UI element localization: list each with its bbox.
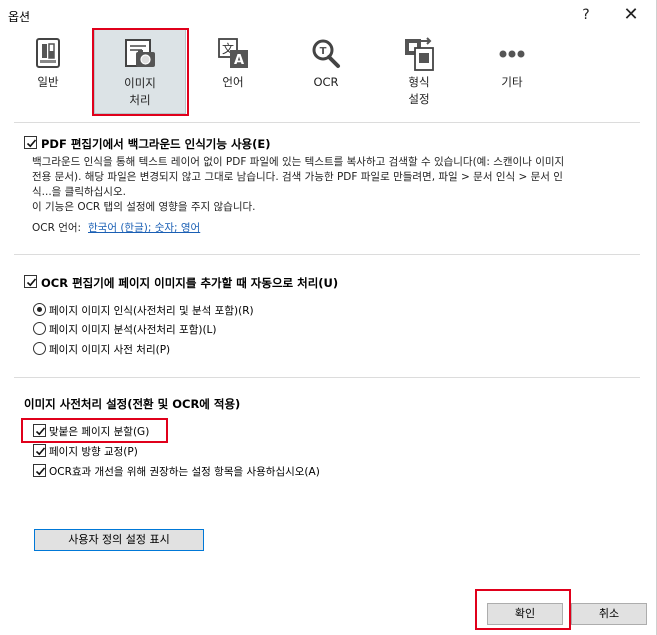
title-bar: 옵션 ? ✕	[0, 0, 657, 32]
desc-line-1: 백그라운드 인식을 통해 텍스트 레이어 없이 PDF 파일에 있는 텍스트를 …	[32, 156, 565, 168]
language-icon: 文 A	[187, 36, 279, 72]
radio-recognize-label[interactable]: 페이지 이미지 인식(사전처리 및 분석 포함)(R)	[49, 303, 254, 318]
tab-image-processing[interactable]: 이미지 처리	[94, 29, 186, 114]
category-toolbar: 일반 이미지 처리 文 A 언어 T OCR 형식 설정 기타	[0, 29, 657, 114]
radio-preprocess[interactable]	[33, 342, 46, 355]
tab-image-processing-label-line2: 처리	[129, 93, 151, 107]
radio-selected-dot	[37, 307, 42, 312]
tab-format-settings-label-line1: 형식	[408, 75, 430, 89]
close-button[interactable]: ✕	[616, 4, 646, 28]
divider	[14, 254, 640, 255]
svg-text:A: A	[234, 53, 244, 68]
split-facing-pages-label[interactable]: 맞붙은 페이지 분할(G)	[49, 424, 149, 439]
tab-image-processing-label: 이미지 처리	[95, 75, 185, 109]
recommended-settings-checkbox[interactable]	[33, 464, 46, 477]
desc-line-4: 이 기능은 OCR 탭의 설정에 영향을 주지 않습니다.	[32, 201, 256, 213]
svg-text:T: T	[320, 46, 327, 57]
desc-line-2: 전용 문서). 해당 파일은 변경되지 않고 그대로 남습니다. 검색 가능한 …	[32, 171, 563, 183]
divider	[14, 377, 640, 378]
radio-analyze-label[interactable]: 페이지 이미지 분석(사전처리 포함)(L)	[49, 322, 217, 337]
tab-general-label: 일반	[37, 75, 59, 89]
tab-language-label: 언어	[222, 75, 244, 89]
cancel-button[interactable]: 취소	[571, 603, 647, 625]
radio-recognize[interactable]	[33, 303, 46, 316]
background-recognition-label[interactable]: PDF 편집기에서 백그라운드 인식기능 사용(E)	[41, 136, 271, 152]
tab-other-label: 기타	[501, 75, 523, 89]
background-recognition-description: 백그라운드 인식을 통해 텍스트 레이어 없이 PDF 파일에 있는 텍스트를 …	[32, 155, 632, 215]
tab-general[interactable]: 일반	[2, 32, 94, 114]
tab-format-settings-label-line2: 설정	[408, 92, 430, 106]
auto-process-checkbox[interactable]	[24, 275, 37, 288]
tab-format-settings-label: 형식 설정	[373, 74, 465, 108]
preprocess-settings-heading: 이미지 사전처리 설정(전환 및 OCR에 적용)	[24, 397, 241, 411]
format-settings-icon	[373, 36, 465, 72]
image-processing-icon	[95, 37, 185, 73]
desc-line-3: 식...을 클릭하십시오.	[32, 186, 126, 198]
tab-ocr-label: OCR	[313, 75, 339, 89]
ocr-magnifier-icon: T	[280, 36, 372, 72]
tab-language[interactable]: 文 A 언어	[187, 32, 279, 114]
show-custom-settings-button[interactable]: 사용자 정의 설정 표시	[34, 529, 204, 551]
radio-analyze[interactable]	[33, 322, 46, 335]
split-facing-pages-checkbox[interactable]	[33, 424, 46, 437]
help-button[interactable]: ?	[571, 4, 601, 28]
radio-preprocess-label[interactable]: 페이지 이미지 사전 처리(P)	[49, 342, 170, 357]
tab-ocr[interactable]: T OCR	[280, 32, 372, 114]
background-recognition-checkbox[interactable]	[24, 136, 37, 149]
options-dialog: 옵션 ? ✕ 일반 이미지 처리 文 A 언어 T OCR 형식 설정 기타 P…	[0, 0, 657, 635]
more-icon	[466, 36, 558, 72]
window-title: 옵션	[8, 10, 31, 24]
recommended-settings-label[interactable]: OCR효과 개선을 위해 권장하는 설정 항목을 사용하십시오(A)	[49, 464, 320, 479]
ocr-language-link[interactable]: 한국어 (한글); 숫자; 영어	[88, 220, 200, 235]
divider	[14, 122, 640, 123]
ocr-language-label: OCR 언어:	[32, 222, 82, 234]
auto-process-label[interactable]: OCR 편집기에 페이지 이미지를 추가할 때 자동으로 처리(U)	[41, 275, 338, 291]
ok-button[interactable]: 확인	[487, 603, 563, 625]
tab-other[interactable]: 기타	[466, 32, 558, 114]
correct-orientation-label[interactable]: 페이지 방향 교정(P)	[49, 444, 138, 459]
tab-format-settings[interactable]: 형식 설정	[373, 32, 465, 114]
tab-image-processing-label-line1: 이미지	[124, 76, 156, 90]
general-settings-icon	[2, 36, 94, 72]
correct-orientation-checkbox[interactable]	[33, 444, 46, 457]
